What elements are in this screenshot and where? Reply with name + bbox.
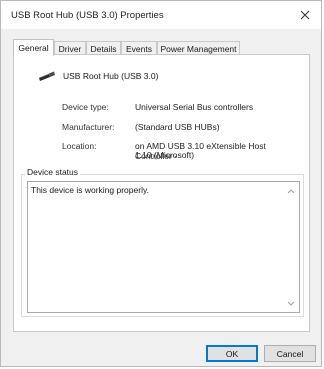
title-bar[interactable]: USB Root Hub (USB 3.0) Properties — [1, 1, 321, 29]
chevron-down-icon — [287, 301, 295, 306]
usb-plug-icon — [38, 71, 56, 83]
device-name: USB Root Hub (USB 3.0) — [63, 71, 159, 81]
close-button[interactable] — [289, 1, 321, 29]
properties-dialog: USB Root Hub (USB 3.0) Properties Genera… — [0, 0, 322, 367]
location-label: Location: — [62, 141, 97, 151]
device-type-value: Universal Serial Bus controllers — [135, 102, 254, 112]
cancel-button[interactable]: Cancel — [264, 345, 316, 362]
tab-driver[interactable]: Driver — [54, 41, 86, 55]
scroll-up-button[interactable] — [285, 185, 297, 197]
device-status-text: This device is working properly. — [31, 185, 149, 195]
scroll-down-button[interactable] — [285, 297, 297, 309]
tab-general[interactable]: General — [13, 39, 54, 56]
general-tab-panel: USB Root Hub (USB 3.0) Device type: Univ… — [13, 54, 310, 332]
window-title: USB Root Hub (USB 3.0) Properties — [11, 10, 164, 21]
tab-details[interactable]: Details — [86, 41, 121, 55]
manufacturer-value: (Standard USB HUBs) — [135, 122, 220, 132]
tab-power-management[interactable]: Power Management — [157, 41, 240, 55]
chevron-up-icon — [287, 188, 295, 193]
device-type-label: Device type: — [62, 102, 109, 112]
manufacturer-label: Manufacturer: — [62, 122, 115, 132]
device-status-textbox[interactable]: This device is working properly. — [27, 181, 300, 313]
location-value-line2: 1.10 (Microsoft) — [135, 150, 195, 160]
ok-button[interactable]: OK — [206, 345, 258, 362]
tab-events[interactable]: Events — [121, 41, 157, 55]
close-icon — [300, 10, 310, 20]
device-status-label: Device status — [25, 167, 81, 177]
